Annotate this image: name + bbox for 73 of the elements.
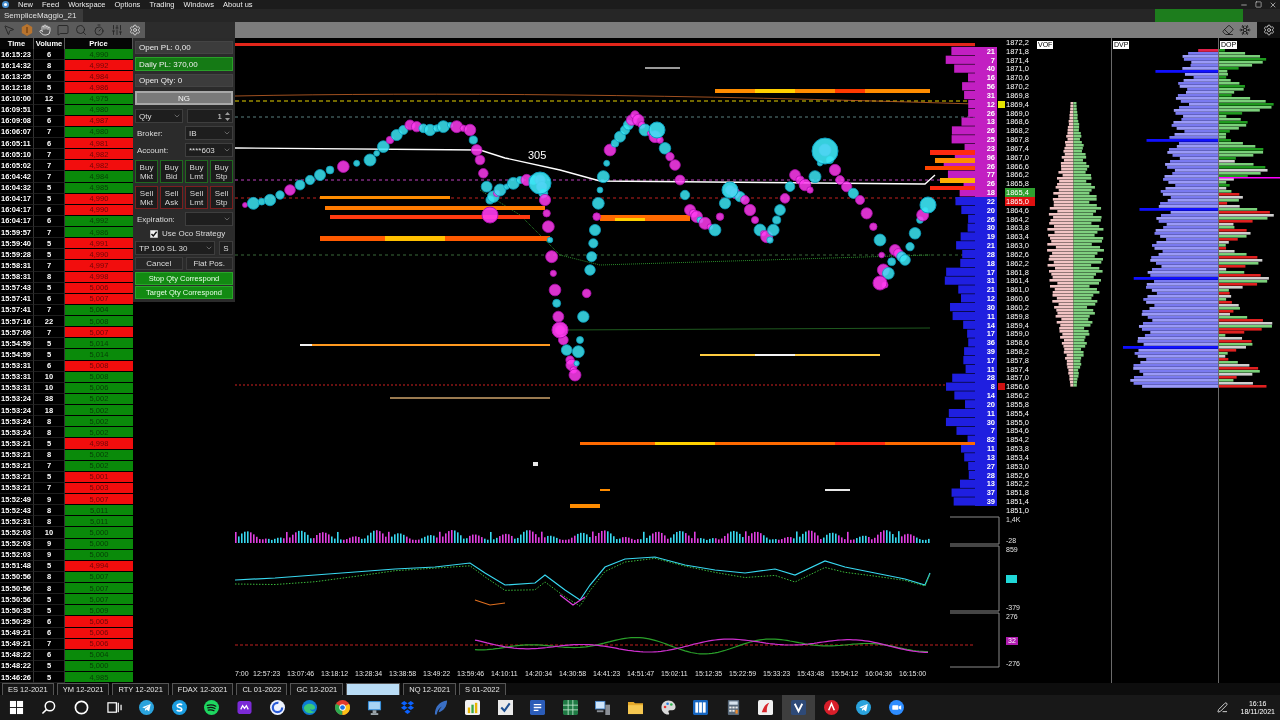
video-camera-icon <box>888 700 904 715</box>
bar-chart-icon <box>465 700 481 715</box>
folder-icon <box>628 700 644 715</box>
daily-pl-display: Daily PL: 370,00 <box>135 57 233 71</box>
spin-arrows-icon[interactable] <box>224 110 231 122</box>
wave-disc-icon <box>302 700 318 715</box>
columns-icon <box>693 700 709 715</box>
order-button[interactable]: Sell Ask <box>160 186 183 209</box>
open-pl-display: Open PL: 0,00 <box>135 41 233 54</box>
app-logo-icon[interactable] <box>2 1 9 8</box>
order-button[interactable]: Buy Bid <box>160 160 183 183</box>
diamond-logo-icon <box>399 700 415 715</box>
tricolor-disc-icon <box>334 700 350 715</box>
account-label: Account: <box>136 145 170 155</box>
qty-mode-dropdown[interactable]: Qty <box>135 109 183 123</box>
chevron-logo-icon <box>791 700 807 715</box>
search-icon <box>41 700 57 715</box>
maximize-icon[interactable] <box>1255 1 1262 8</box>
spreadsheet-icon <box>562 700 578 715</box>
broker-dropdown[interactable]: IB <box>185 126 233 140</box>
order-button[interactable]: Buy Stp <box>210 160 233 183</box>
app-tile-icon <box>236 700 252 715</box>
feather-icon <box>432 700 448 715</box>
calculator-icon <box>725 700 741 715</box>
monitor-icon <box>367 700 383 715</box>
broker-label: Broker: <box>136 128 164 138</box>
windows-logo-icon <box>8 700 24 715</box>
settings-icon[interactable] <box>1262 24 1275 36</box>
settings-icon[interactable] <box>129 24 141 36</box>
checkbox[interactable] <box>150 229 158 238</box>
taskbar-button[interactable] <box>782 695 815 720</box>
action-button[interactable]: Flat Pos. <box>185 257 233 270</box>
paper-plane-icon <box>856 700 872 715</box>
snowflake-icon[interactable] <box>1239 24 1251 36</box>
open-qty-display: Open Qty: 0 <box>135 74 233 87</box>
paper-plane-icon <box>139 700 155 715</box>
workspace-tab[interactable]: SempliceMaggio_21 <box>0 9 83 22</box>
oco-label[interactable]: Use Oco Strategy <box>162 229 226 238</box>
disc-logo-icon <box>823 700 839 715</box>
eraser-icon[interactable] <box>1222 24 1234 36</box>
circle-icon <box>74 700 89 715</box>
pen-icon[interactable] <box>1217 702 1229 713</box>
sound-waves-icon <box>204 700 220 715</box>
strategy-dropdown[interactable]: TP 100 SL 30 <box>135 241 215 255</box>
checkmark-icon <box>497 700 513 715</box>
caret-icon <box>205 244 213 252</box>
hand-icon[interactable] <box>39 24 51 36</box>
task-view-icon <box>106 700 122 715</box>
caret-icon <box>223 146 231 154</box>
close-icon[interactable] <box>1269 0 1277 9</box>
order-button[interactable]: Sell Lmt <box>185 186 208 209</box>
paint-palette-icon <box>660 700 676 715</box>
instrument-button[interactable]: NG <box>135 91 233 105</box>
sliders-icon[interactable] <box>111 24 123 36</box>
quantity-spinner[interactable]: 1 <box>187 109 233 123</box>
order-button[interactable]: Sell Stp <box>210 186 233 209</box>
caret-icon <box>223 129 231 137</box>
expiration-label: Expiration: <box>136 214 176 224</box>
order-button[interactable]: Sell Mkt <box>135 186 158 209</box>
strategy-button[interactable]: S <box>219 241 233 255</box>
action-button[interactable]: Cancel <box>135 257 183 270</box>
swirl-logo-icon <box>171 700 187 715</box>
app-tile-icon <box>758 700 774 715</box>
document-icon <box>530 700 546 715</box>
ring-logo-icon <box>269 700 285 715</box>
order-button[interactable]: Buy Lmt <box>185 160 208 183</box>
computer-icon <box>595 700 611 715</box>
account-dropdown[interactable]: ****603 <box>185 143 233 157</box>
caret-icon <box>173 112 181 120</box>
caret-icon <box>223 215 231 223</box>
order-button[interactable]: Buy Mkt <box>135 160 158 183</box>
bubble-volume-label: 305 <box>528 149 547 161</box>
instrument-tab[interactable] <box>346 683 401 695</box>
